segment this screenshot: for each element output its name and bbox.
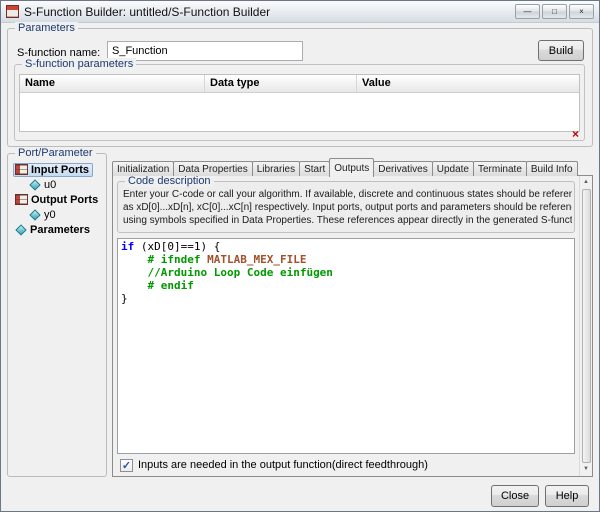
feedthrough-label[interactable]: Inputs are needed in the output function… [138, 459, 428, 471]
port-parameter-group: Port/Parameter Input Portsu0Output Ports… [7, 153, 107, 477]
app-icon [6, 5, 19, 18]
vertical-scrollbar[interactable]: ▲ ▼ [579, 176, 592, 476]
tree-item-y0[interactable]: y0 [27, 208, 60, 222]
tab-update[interactable]: Update [432, 161, 474, 176]
tab-start[interactable]: Start [299, 161, 330, 176]
close-window-icon[interactable]: × [569, 4, 594, 19]
description-line: Enter your C-code or call your algorithm… [123, 188, 572, 201]
parameters-group: Parameters S-function name: Build S-func… [7, 28, 593, 147]
titlebar: S-Function Builder: untitled/S-Function … [1, 1, 599, 23]
tab-terminate[interactable]: Terminate [473, 161, 527, 176]
tree-item-label: u0 [44, 179, 56, 191]
maximize-icon[interactable]: □ [542, 4, 567, 19]
parameters-group-label: Parameters [15, 22, 78, 34]
sfunction-builder-window: S-Function Builder: untitled/S-Function … [0, 0, 600, 512]
tree-item-output-ports[interactable]: Output Ports [13, 193, 102, 207]
tree-item-input-ports[interactable]: Input Ports [13, 163, 93, 177]
parameters-table-header: Name Data type Value [20, 75, 579, 93]
tab-content-pane: Code description Enter your C-code or ca… [112, 175, 593, 477]
tree-item-u0[interactable]: u0 [27, 178, 60, 192]
tab-outputs[interactable]: Outputs [329, 158, 374, 177]
parameters-table: Name Data type Value [19, 74, 580, 132]
tree-item-label: Parameters [30, 224, 90, 236]
code-editor[interactable]: if (xD[0]==1) { # ifndef MATLAB_MEX_FILE… [117, 238, 575, 454]
code-line: if (xD[0]==1) { [121, 240, 571, 253]
tree-row: Input Ports [10, 162, 104, 177]
port-block-icon [15, 194, 28, 205]
close-button[interactable]: Close [491, 485, 539, 507]
help-button[interactable]: Help [545, 485, 589, 507]
port-diamond-icon [29, 179, 40, 190]
column-header-value: Value [357, 75, 579, 92]
port-parameter-label: Port/Parameter [15, 147, 96, 159]
tree-item-parameters[interactable]: Parameters [13, 223, 94, 237]
column-header-data-type: Data type [205, 75, 357, 92]
tab-data-properties[interactable]: Data Properties [173, 161, 252, 176]
parameters-table-body [20, 93, 579, 131]
minimize-icon[interactable]: — [515, 4, 540, 19]
tree-item-label: Input Ports [31, 164, 89, 176]
tab-initialization[interactable]: Initialization [112, 161, 174, 176]
port-diamond-icon [15, 224, 26, 235]
tree-row: Parameters [10, 222, 104, 237]
window-controls: — □ × [515, 4, 594, 19]
tree-item-label: y0 [44, 209, 56, 221]
feedthrough-row: ✓ Inputs are needed in the output functi… [120, 458, 428, 472]
delete-parameter-icon[interactable]: × [572, 128, 579, 140]
tab-derivatives[interactable]: Derivatives [373, 161, 432, 176]
code-line: } [121, 292, 571, 305]
tab-libraries[interactable]: Libraries [252, 161, 300, 176]
port-block-icon [15, 164, 28, 175]
sfunction-name-input[interactable] [107, 41, 303, 61]
tree-row: y0 [10, 207, 104, 222]
scroll-down-icon[interactable]: ▼ [580, 463, 592, 476]
tree-row: Output Ports [10, 192, 104, 207]
code-line: //Arduino Loop Code einfügen [121, 266, 571, 279]
code-line: # endif [121, 279, 571, 292]
code-line: # ifndef MATLAB_MEX_FILE [121, 253, 571, 266]
code-description-label: Code description [125, 175, 214, 187]
scrollbar-thumb[interactable] [582, 189, 591, 463]
tab-build-info[interactable]: Build Info [526, 161, 578, 176]
tree-item-label: Output Ports [31, 194, 98, 206]
build-button[interactable]: Build [538, 40, 584, 61]
code-description-text: Enter your C-code or call your algorithm… [123, 188, 572, 227]
description-line: as xD[0]...xD[n], xC[0]...xC[n] respecti… [123, 201, 572, 214]
sfunction-parameters-label: S-function parameters [22, 58, 136, 70]
column-header-name: Name [20, 75, 205, 92]
tree-row: u0 [10, 177, 104, 192]
scroll-up-icon[interactable]: ▲ [580, 176, 592, 189]
feedthrough-checkbox[interactable]: ✓ [120, 459, 133, 472]
window-title: S-Function Builder: untitled/S-Function … [24, 5, 270, 19]
code-description-group: Code description Enter your C-code or ca… [117, 181, 575, 233]
port-tree: Input Ports u0 Output Ports y0 Parameters [10, 162, 104, 237]
tab-bar: InitializationData PropertiesLibrariesSt… [112, 158, 593, 176]
port-diamond-icon [29, 209, 40, 220]
description-line: using symbols specified in Data Properti… [123, 214, 572, 227]
sfunction-parameters-group: S-function parameters Name Data type Val… [14, 64, 585, 141]
